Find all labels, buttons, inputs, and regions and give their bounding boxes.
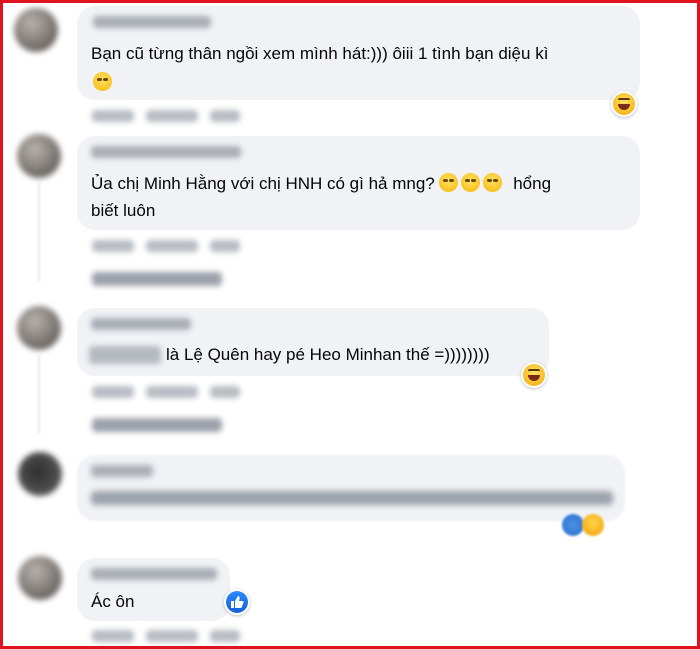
comment-text: là Lệ Quên hay pé Heo Minhan thế =))))))… xyxy=(166,345,490,364)
thread-line xyxy=(38,354,40,434)
commenter-avatar[interactable] xyxy=(18,556,62,600)
comment-actions[interactable] xyxy=(92,110,240,122)
comment-text: Ác ôn xyxy=(91,592,135,611)
commenter-name[interactable] xyxy=(91,465,153,477)
comment-text: Ủa chị Minh Hằng với chị HNH có gì hả mn… xyxy=(91,173,552,193)
laughing-reaction-icon[interactable] xyxy=(521,362,547,388)
commenter-avatar[interactable] xyxy=(17,306,61,350)
like-reaction-icon[interactable] xyxy=(224,589,250,615)
commenter-avatar[interactable] xyxy=(17,134,61,178)
like-haha-reaction-icon[interactable] xyxy=(562,514,584,536)
rofl-emoji-icon xyxy=(93,72,112,91)
commenter-name[interactable] xyxy=(93,16,211,28)
rolling-eyes-emoji-icon xyxy=(461,173,481,192)
comment-bubble: Ủa chị Minh Hằng với chị HNH có gì hả mn… xyxy=(77,136,640,230)
rolling-eyes-emoji-icon xyxy=(483,173,503,192)
comment-bubble: là Lệ Quên hay pé Heo Minhan thế =))))))… xyxy=(77,308,549,376)
comment-bubble xyxy=(77,455,625,521)
laughing-reaction-icon[interactable] xyxy=(611,91,637,117)
comment-bubble: Ác ôn xyxy=(77,558,230,621)
commenter-avatar[interactable] xyxy=(18,452,62,496)
comment-text: Bạn cũ từng thân ngồi xem mình hát:))) ô… xyxy=(91,44,549,63)
haha-reaction-icon[interactable] xyxy=(582,514,604,536)
commenter-avatar[interactable] xyxy=(14,8,58,52)
comment-bubble: Bạn cũ từng thân ngồi xem mình hát:))) ô… xyxy=(77,6,640,100)
rolling-eyes-emoji-icon xyxy=(439,173,459,192)
replies-link[interactable] xyxy=(92,272,222,286)
comment-actions[interactable] xyxy=(92,240,240,252)
thread-line xyxy=(38,182,40,282)
comment-text-line2: biết luôn xyxy=(91,201,156,220)
commenter-name[interactable] xyxy=(91,568,217,580)
mentioned-user-tag[interactable] xyxy=(89,346,161,364)
thumbs-up-icon xyxy=(231,596,244,608)
comment-text xyxy=(91,491,613,505)
comment-actions[interactable] xyxy=(92,630,240,642)
comment-actions[interactable] xyxy=(92,386,240,398)
commenter-name[interactable] xyxy=(91,318,191,330)
replies-link[interactable] xyxy=(92,418,222,432)
commenter-name[interactable] xyxy=(91,146,241,158)
